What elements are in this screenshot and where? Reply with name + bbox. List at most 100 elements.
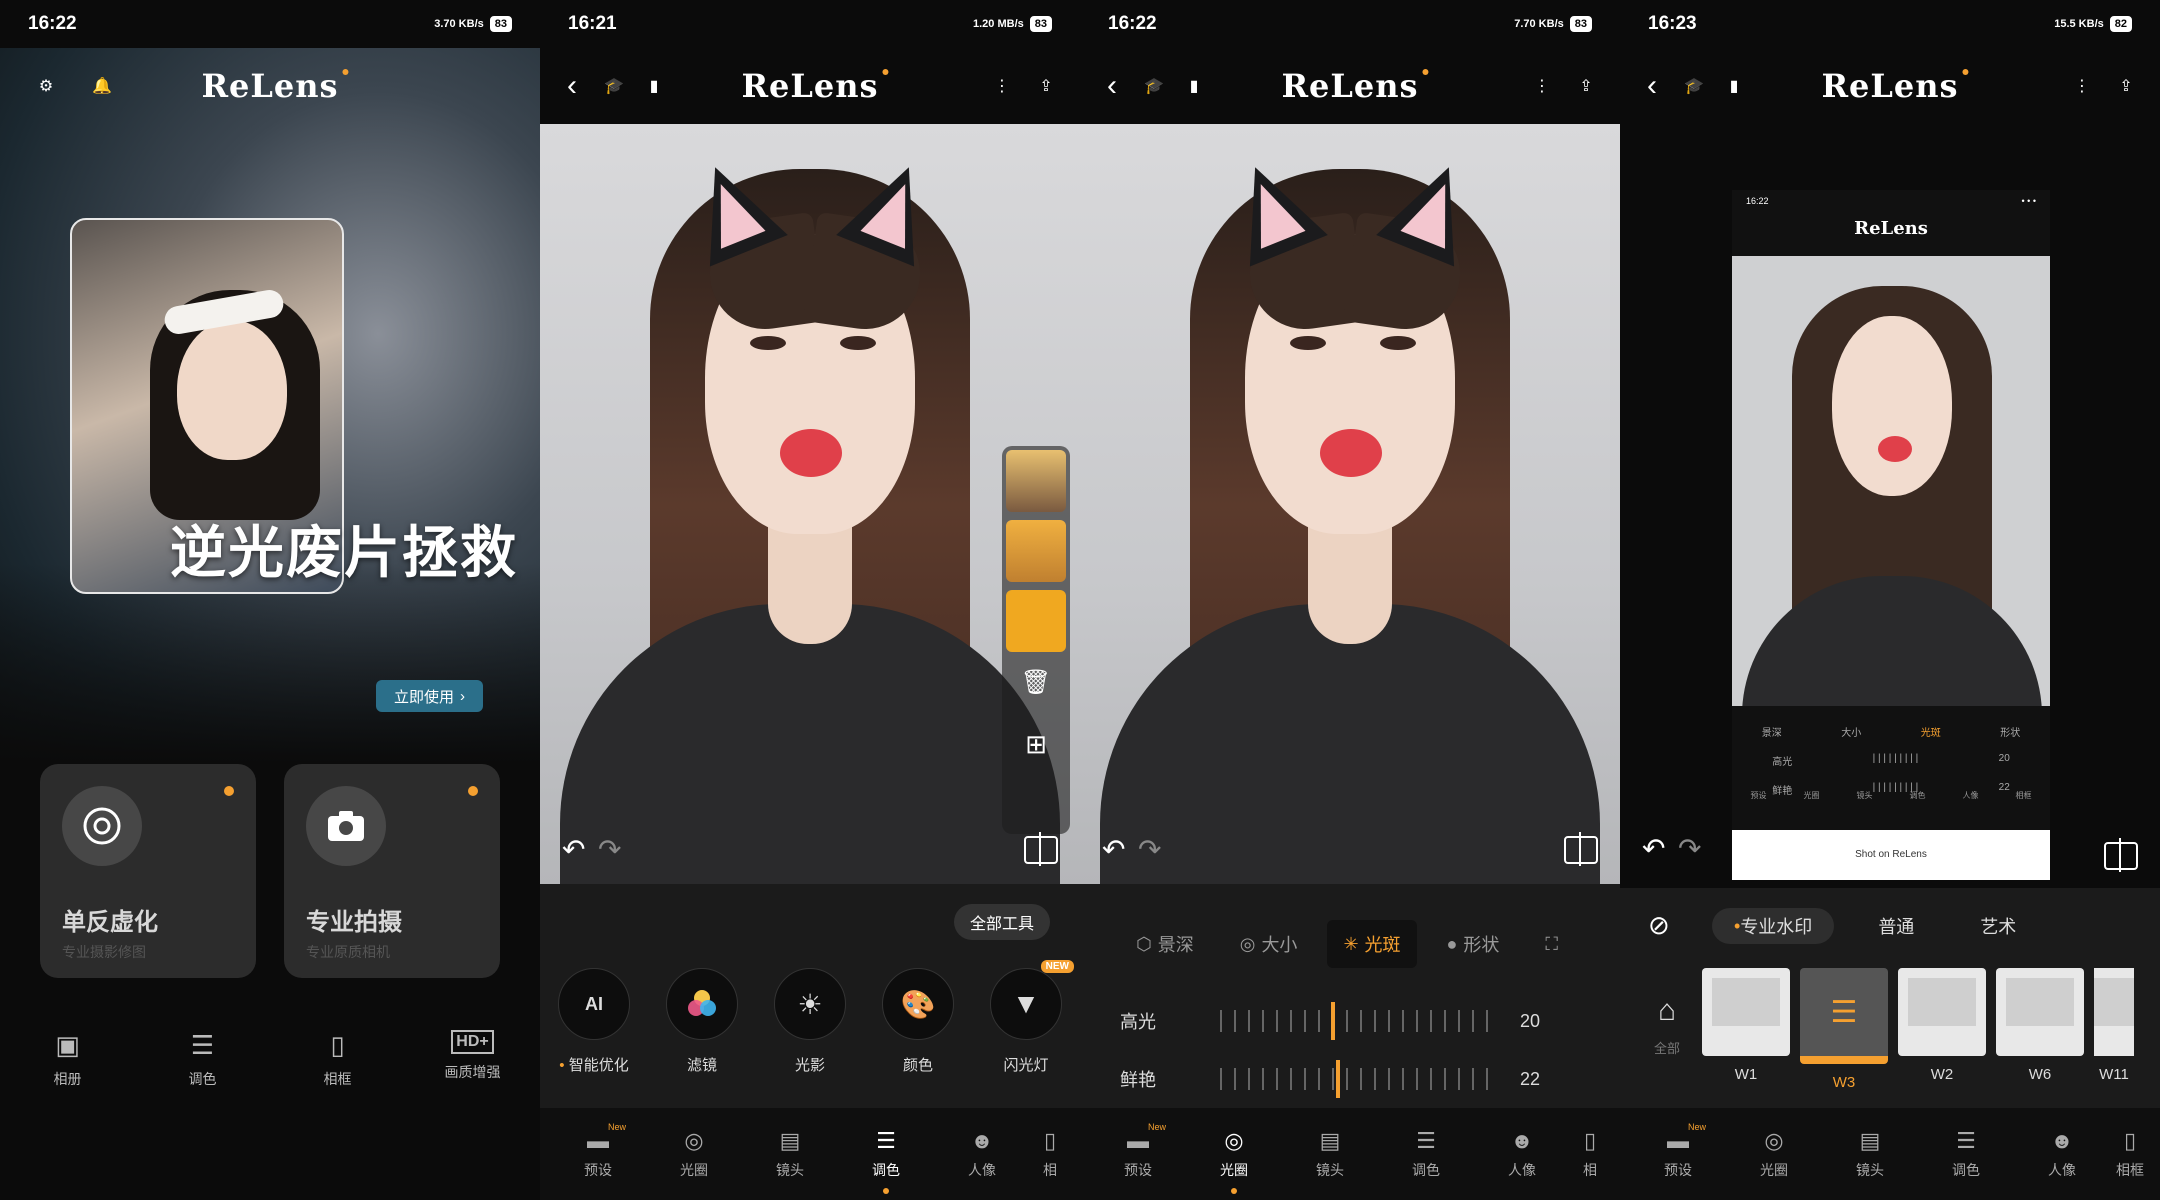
nav-frame[interactable]: ▯ 相框 (283, 1030, 393, 1089)
segment-shape[interactable]: ● 形状 (1431, 920, 1516, 968)
share-icon[interactable]: ⇪ (1028, 68, 1064, 104)
battery-level: 83 (489, 16, 512, 32)
redo-icon[interactable]: ↷ (598, 833, 621, 866)
album-icon: ▣ (55, 1030, 80, 1060)
tab-art[interactable]: 艺术 (1958, 908, 2038, 944)
more-icon[interactable]: ⋮ (1524, 68, 1560, 104)
feature-card-pro-shoot[interactable]: 专业拍摄 专业原质相机 (284, 764, 500, 978)
nav-aperture[interactable]: ◎ 光圈 (646, 1108, 742, 1200)
nav-aperture[interactable]: ◎ 光圈 (1726, 1108, 1822, 1200)
new-badge: NEW (1040, 960, 1074, 973)
segment-bokeh[interactable]: ✳ 光斑 (1327, 920, 1417, 968)
tab-normal[interactable]: 普通 (1856, 908, 1936, 944)
gear-icon[interactable]: ⚙ (28, 68, 64, 104)
nav-preset[interactable]: New ▬ 预设 (1090, 1108, 1186, 1200)
focus-icon[interactable]: ⛶ (1529, 920, 1574, 968)
history-thumb[interactable] (1006, 450, 1066, 512)
back-icon[interactable]: ‹ (1634, 68, 1670, 104)
tutorial-cap-icon[interactable]: 🎓 (1136, 68, 1172, 104)
filter-icon (666, 968, 738, 1040)
book-icon[interactable]: ▮ (1176, 68, 1212, 104)
network-speed: 7.70 KB/s (1514, 18, 1564, 30)
tool-smart-optimize[interactable]: AI智能优化 (544, 968, 644, 1075)
nav-portrait[interactable]: ☻ 人像 (2014, 1108, 2110, 1200)
undo-icon[interactable]: ↶ (562, 833, 585, 866)
circle-icon: ● (1446, 933, 1458, 954)
nav-preset[interactable]: New ▬ 预设 (550, 1108, 646, 1200)
use-now-button[interactable]: 立即使用 › (376, 680, 484, 712)
editor-aperture-screen: 16:22 7.70 KB/s 83 ‹ 🎓 ▮ ReLens ⋮ ⇪ ↶ ↷ ⬡… (1080, 0, 1620, 1200)
aperture-segments: ⬡ 景深 ◎ 大小 ✳ 光斑 ● 形状 ⛶ (1120, 920, 1574, 968)
status-time: 16:21 (568, 13, 617, 34)
nav-color[interactable]: ☰ 调色 (148, 1030, 258, 1089)
history-thumb[interactable] (1006, 590, 1066, 652)
nav-frame[interactable]: ▯ 相 (1570, 1108, 1610, 1200)
nav-color[interactable]: ☰ 调色 (1918, 1108, 2014, 1200)
tool-flash[interactable]: NEW ▼ 闪光灯 (976, 960, 1076, 1075)
watermark-panel: ⊘ 专业水印 普通 艺术 ⌂全部 W1 ☰W3 W2 W6 W11 (1620, 888, 2160, 1108)
trash-icon[interactable]: 🗑 (1006, 668, 1066, 697)
more-icon[interactable]: ⋮ (2064, 68, 2100, 104)
tool-color[interactable]: 🎨 颜色 (868, 968, 968, 1075)
segment-size[interactable]: ◎ 大小 (1224, 920, 1314, 968)
tool-filter[interactable]: 滤镜 (652, 968, 752, 1075)
nav-frame[interactable]: ▯ 相 (1030, 1108, 1070, 1200)
tutorial-cap-icon[interactable]: 🎓 (1676, 68, 1712, 104)
slider-thumb[interactable] (1336, 1060, 1341, 1098)
nav-preset[interactable]: New ▬ 预设 (1630, 1108, 1726, 1200)
photo-canvas[interactable]: ↶ ↷ (1080, 124, 1620, 884)
nav-frame[interactable]: ▯ 相框 (2110, 1108, 2150, 1200)
more-icon[interactable]: ⋮ (984, 68, 1020, 104)
tool-light[interactable]: ☀ 光影 (760, 968, 860, 1075)
undo-icon[interactable]: ↶ (1102, 833, 1125, 866)
slider-thumb[interactable] (1330, 1002, 1335, 1040)
nav-portrait[interactable]: ☻ 人像 (934, 1108, 1030, 1200)
book-icon[interactable]: ▮ (636, 68, 672, 104)
back-icon[interactable]: ‹ (1094, 68, 1130, 104)
watermark-list: W1 ☰ W3 W2 W6 W11 (1702, 968, 2134, 1091)
bell-icon[interactable]: 🔔 (84, 68, 120, 104)
compare-icon[interactable] (1564, 832, 1598, 866)
lens-icon: ▤ (779, 1128, 801, 1153)
all-watermarks-button[interactable]: ⌂ 全部 (1642, 994, 1692, 1057)
back-icon[interactable]: ‹ (554, 68, 590, 104)
nav-aperture[interactable]: ◎ 光圈 (1186, 1108, 1282, 1200)
book-icon[interactable]: ▮ (1716, 68, 1752, 104)
share-icon[interactable]: ⇪ (1568, 68, 1604, 104)
portrait-icon: ☻ (2050, 1128, 2074, 1153)
nav-color[interactable]: ☰ 调色 (1378, 1108, 1474, 1200)
all-tools-button[interactable]: 全部工具 (953, 904, 1050, 940)
compare-icon[interactable] (1024, 832, 1058, 866)
nav-album[interactable]: ▣ 相册 (13, 1030, 123, 1089)
nav-enhance[interactable]: HD+ 画质增强 (418, 1030, 528, 1089)
nav-portrait[interactable]: ☻ 人像 (1474, 1108, 1570, 1200)
highlight-track[interactable] (1220, 1002, 1490, 1040)
watermark-option[interactable]: W6 (1996, 968, 2084, 1091)
portrait-icon: ☻ (1510, 1128, 1534, 1153)
vivid-track[interactable] (1220, 1060, 1490, 1098)
watermark-preview[interactable]: 16:22 • • • ReLens 景深 大小 光斑 形状 高光 | | | | … (1732, 190, 2050, 880)
watermark-option[interactable]: W11 (2094, 968, 2134, 1091)
nav-lens[interactable]: ▤ 镜头 (1822, 1108, 1918, 1200)
no-watermark-icon[interactable]: ⊘ (1648, 910, 1670, 941)
tutorial-cap-icon[interactable]: 🎓 (596, 68, 632, 104)
nav-lens[interactable]: ▤ 镜头 (742, 1108, 838, 1200)
compare-icon[interactable] (2104, 838, 2138, 872)
watermark-option[interactable]: W1 (1702, 968, 1790, 1091)
watermark-option[interactable]: W2 (1898, 968, 1986, 1091)
add-square-icon[interactable]: ⊞ (1006, 729, 1066, 760)
redo-icon[interactable]: ↷ (1138, 833, 1161, 866)
tab-pro-watermark[interactable]: 专业水印 (1712, 908, 1835, 944)
photo-canvas[interactable]: 🗑 ⊞ ↶ ↷ (540, 124, 1080, 884)
nav-lens[interactable]: ▤ 镜头 (1282, 1108, 1378, 1200)
history-thumb[interactable] (1006, 520, 1066, 582)
watermark-option[interactable]: ☰ W3 (1800, 968, 1888, 1091)
battery-level: 82 (2109, 16, 2132, 32)
tool-row: AI智能优化 滤镜 ☀光影 🎨颜色 NEW▼闪光灯 (540, 960, 1080, 1075)
highlight-value: 20 (1520, 1010, 1541, 1031)
nav-color[interactable]: ☰ 调色 (838, 1108, 934, 1200)
new-dot (468, 786, 478, 796)
feature-card-dslr-blur[interactable]: 单反虚化 专业摄影修图 (40, 764, 256, 978)
share-icon[interactable]: ⇪ (2108, 68, 2144, 104)
segment-depth[interactable]: ⬡ 景深 (1120, 920, 1210, 968)
